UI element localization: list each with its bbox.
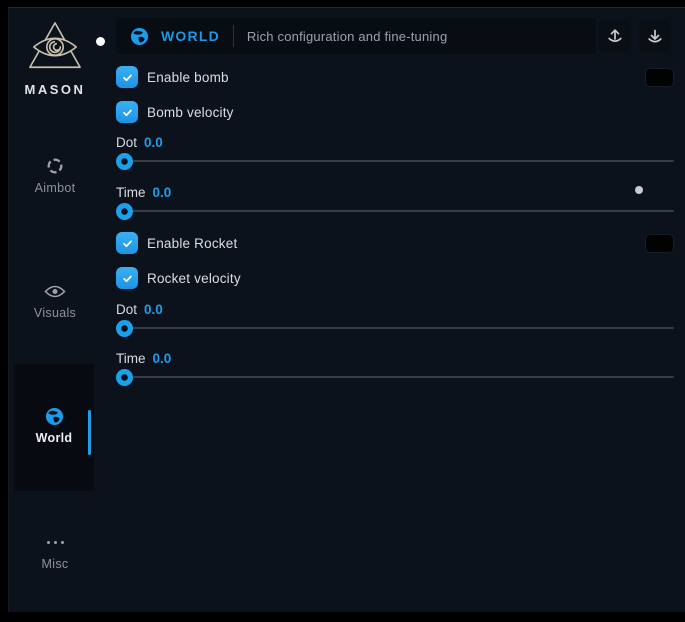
- page-title: WORLD: [161, 28, 220, 44]
- slider-name: Time: [116, 351, 146, 366]
- rocket-time-slider[interactable]: [116, 368, 674, 386]
- sidebar-item-label: Visuals: [9, 306, 101, 320]
- bomb-velocity-checkbox[interactable]: [116, 101, 138, 123]
- download-button[interactable]: [639, 20, 670, 52]
- rocket-dot-label: Dot 0.0: [116, 301, 674, 317]
- bomb-color-swatch[interactable]: [645, 68, 674, 87]
- upload-icon: [606, 27, 624, 45]
- download-icon: [646, 27, 664, 45]
- slider-value: 0.0: [144, 135, 163, 150]
- slider-track: [116, 327, 674, 329]
- setting-row-enable-bomb: Enable bomb: [116, 66, 674, 88]
- sidebar: MASON Aimbot Visuals: [9, 8, 109, 612]
- globe-icon: [130, 27, 149, 46]
- app-window: MASON Aimbot Visuals: [8, 7, 685, 612]
- crosshair-icon: [9, 156, 101, 176]
- slider-name: Dot: [116, 302, 137, 317]
- globe-icon: [14, 406, 94, 426]
- slider-name: Time: [116, 185, 146, 200]
- slider-value: 0.0: [153, 351, 172, 366]
- bomb-dot-label: Dot 0.0: [116, 134, 674, 150]
- slider-track: [116, 376, 674, 378]
- rocket-velocity-checkbox[interactable]: [116, 267, 138, 289]
- world-settings-panel: Enable bomb Bomb velocity Dot 0.0 Time: [116, 64, 674, 386]
- ellipsis-icon: [9, 532, 101, 552]
- slider-thumb[interactable]: [116, 153, 133, 170]
- slider-thumb[interactable]: [116, 320, 133, 337]
- rocket-time-label: Time 0.0: [116, 350, 674, 366]
- slider-name: Dot: [116, 135, 137, 150]
- setting-row-bomb-velocity: Bomb velocity: [116, 101, 674, 123]
- setting-label: Rocket velocity: [147, 271, 241, 286]
- setting-label: Enable bomb: [147, 70, 229, 85]
- check-icon: [120, 236, 135, 251]
- setting-label: Enable Rocket: [147, 236, 237, 251]
- header-divider: [233, 25, 234, 47]
- brand-name: MASON: [9, 82, 101, 97]
- sidebar-item-label: Aimbot: [9, 181, 101, 195]
- page-subtitle: Rich configuration and fine-tuning: [247, 29, 447, 44]
- setting-row-rocket-velocity: Rocket velocity: [116, 267, 674, 289]
- check-icon: [120, 70, 135, 85]
- sidebar-item-visuals[interactable]: Visuals: [9, 281, 101, 320]
- sidebar-item-misc[interactable]: Misc: [9, 532, 101, 571]
- sidebar-item-world[interactable]: World: [14, 406, 94, 445]
- slider-track: [116, 160, 674, 162]
- bomb-dot-slider[interactable]: [116, 152, 674, 170]
- rocket-dot-slider[interactable]: [116, 319, 674, 337]
- slider-thumb[interactable]: [116, 203, 133, 220]
- sidebar-item-label: Misc: [9, 557, 101, 571]
- bomb-time-label: Time 0.0: [116, 184, 674, 200]
- eye-triangle-logo-icon: [26, 20, 84, 74]
- rocket-color-swatch[interactable]: [645, 234, 674, 253]
- slider-value: 0.0: [153, 185, 172, 200]
- enable-bomb-checkbox[interactable]: [116, 66, 138, 88]
- setting-row-enable-rocket: Enable Rocket: [116, 232, 674, 254]
- bomb-time-slider[interactable]: [116, 202, 674, 220]
- sidebar-item-aimbot[interactable]: Aimbot: [9, 156, 101, 195]
- slider-thumb[interactable]: [116, 369, 133, 386]
- check-icon: [120, 271, 135, 286]
- cursor-dot: [96, 37, 105, 46]
- brand-logo: MASON: [9, 20, 101, 97]
- enable-rocket-checkbox[interactable]: [116, 232, 138, 254]
- setting-label: Bomb velocity: [147, 105, 234, 120]
- small-gray-dot: [635, 186, 643, 194]
- sidebar-item-label: World: [14, 431, 94, 445]
- slider-track: [116, 210, 674, 212]
- check-icon: [120, 105, 135, 120]
- slider-value: 0.0: [144, 302, 163, 317]
- page-header: WORLD Rich configuration and fine-tuning: [116, 18, 596, 54]
- eye-icon: [9, 281, 101, 301]
- upload-button[interactable]: [599, 20, 630, 52]
